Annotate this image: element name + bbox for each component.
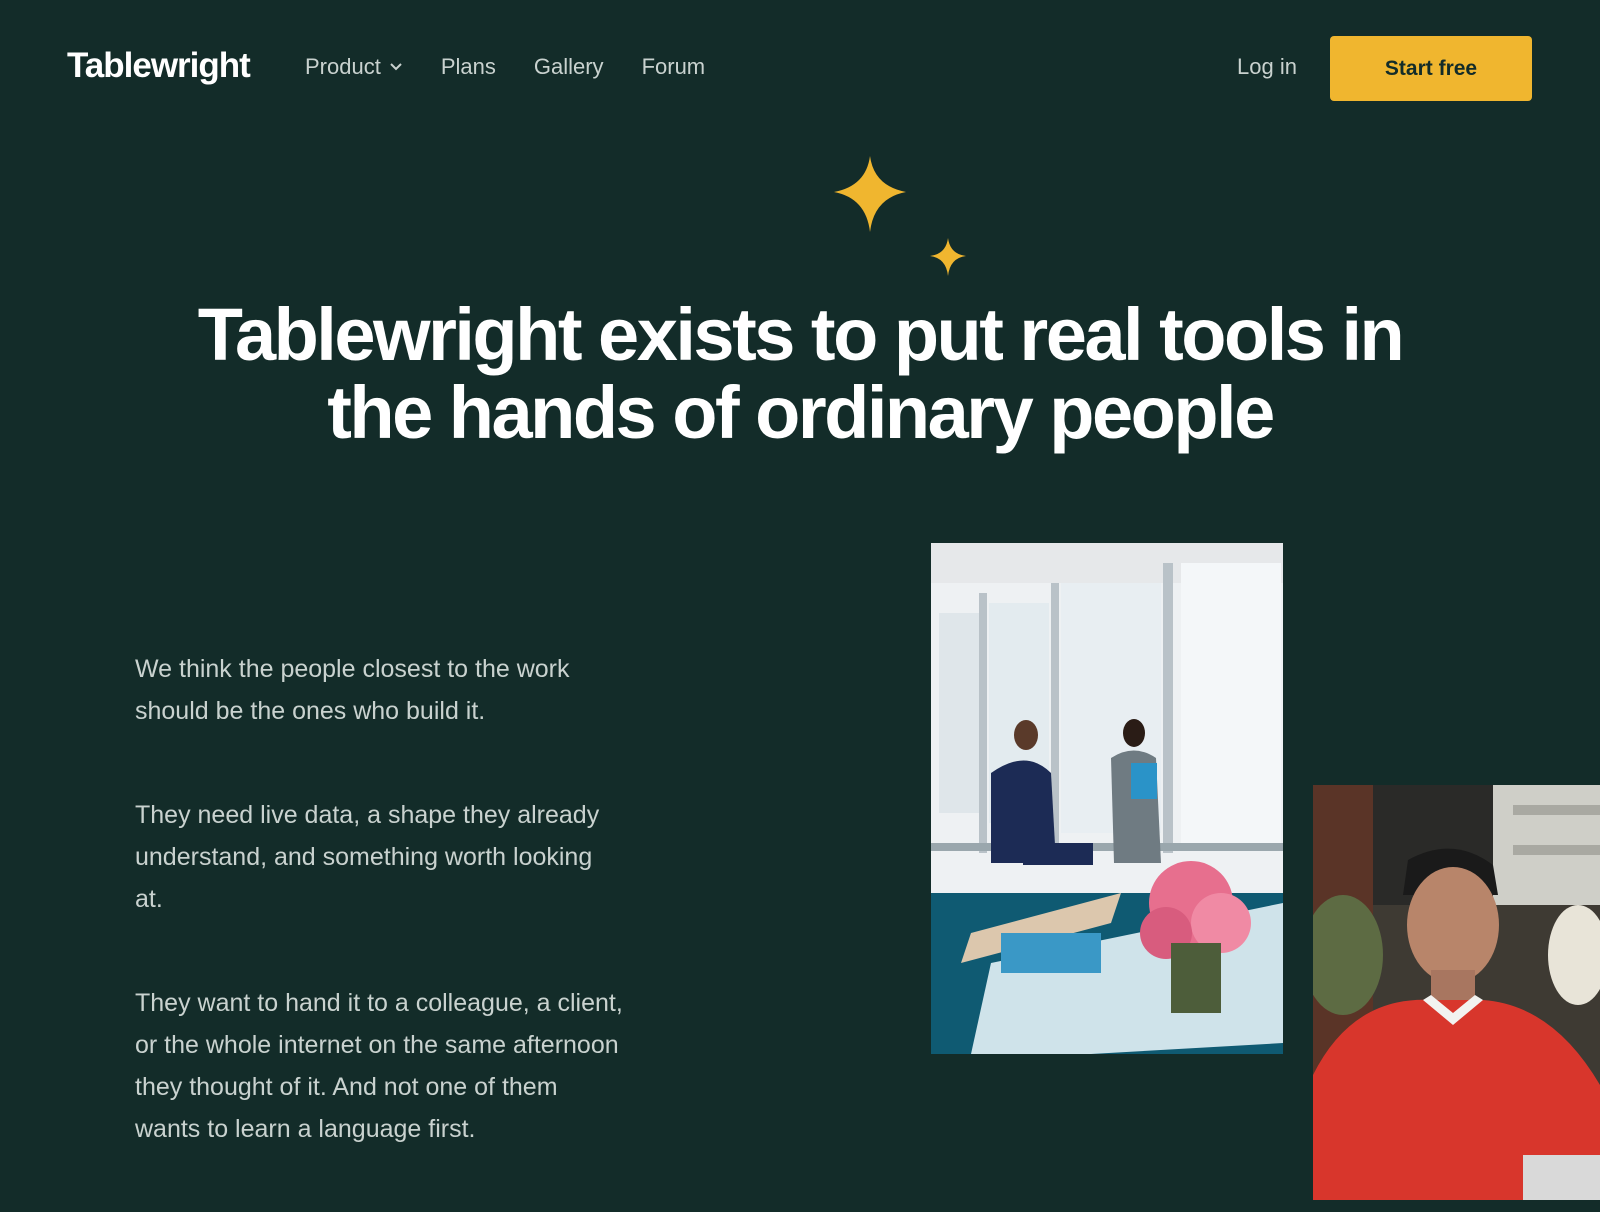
man-in-red-sweater-photo <box>1313 785 1600 1200</box>
nav-item-gallery[interactable]: Gallery <box>534 54 604 80</box>
nav-item-forum[interactable]: Forum <box>642 54 706 80</box>
hero-headline: Tablewright exists to put real tools in … <box>197 293 1405 454</box>
logo[interactable]: Tablewright <box>67 46 251 86</box>
intro-paragraph: They want to hand it to a colleague, a c… <box>135 989 623 1143</box>
start-free-button[interactable]: Start free <box>1330 36 1532 101</box>
sparkle-icon <box>834 156 966 276</box>
nav-item-plans[interactable]: Plans <box>441 54 496 80</box>
office-meeting-photo <box>931 543 1283 1054</box>
chevron-down-icon <box>390 63 402 71</box>
top-nav: Tablewright Product Plans Gallery Forum … <box>0 0 1600 136</box>
intro-paragraph: They need live data, a shape they alread… <box>135 801 600 913</box>
intro-copy: We think the people closest to the work … <box>135 648 625 1212</box>
nav-item-product[interactable]: Product <box>305 54 403 80</box>
nav-item-product-label: Product <box>305 54 381 79</box>
intro-paragraph: We think the people closest to the work … <box>135 655 570 725</box>
nav-links: Product Plans Gallery Forum <box>305 54 743 80</box>
login-link[interactable]: Log in <box>1237 54 1297 80</box>
